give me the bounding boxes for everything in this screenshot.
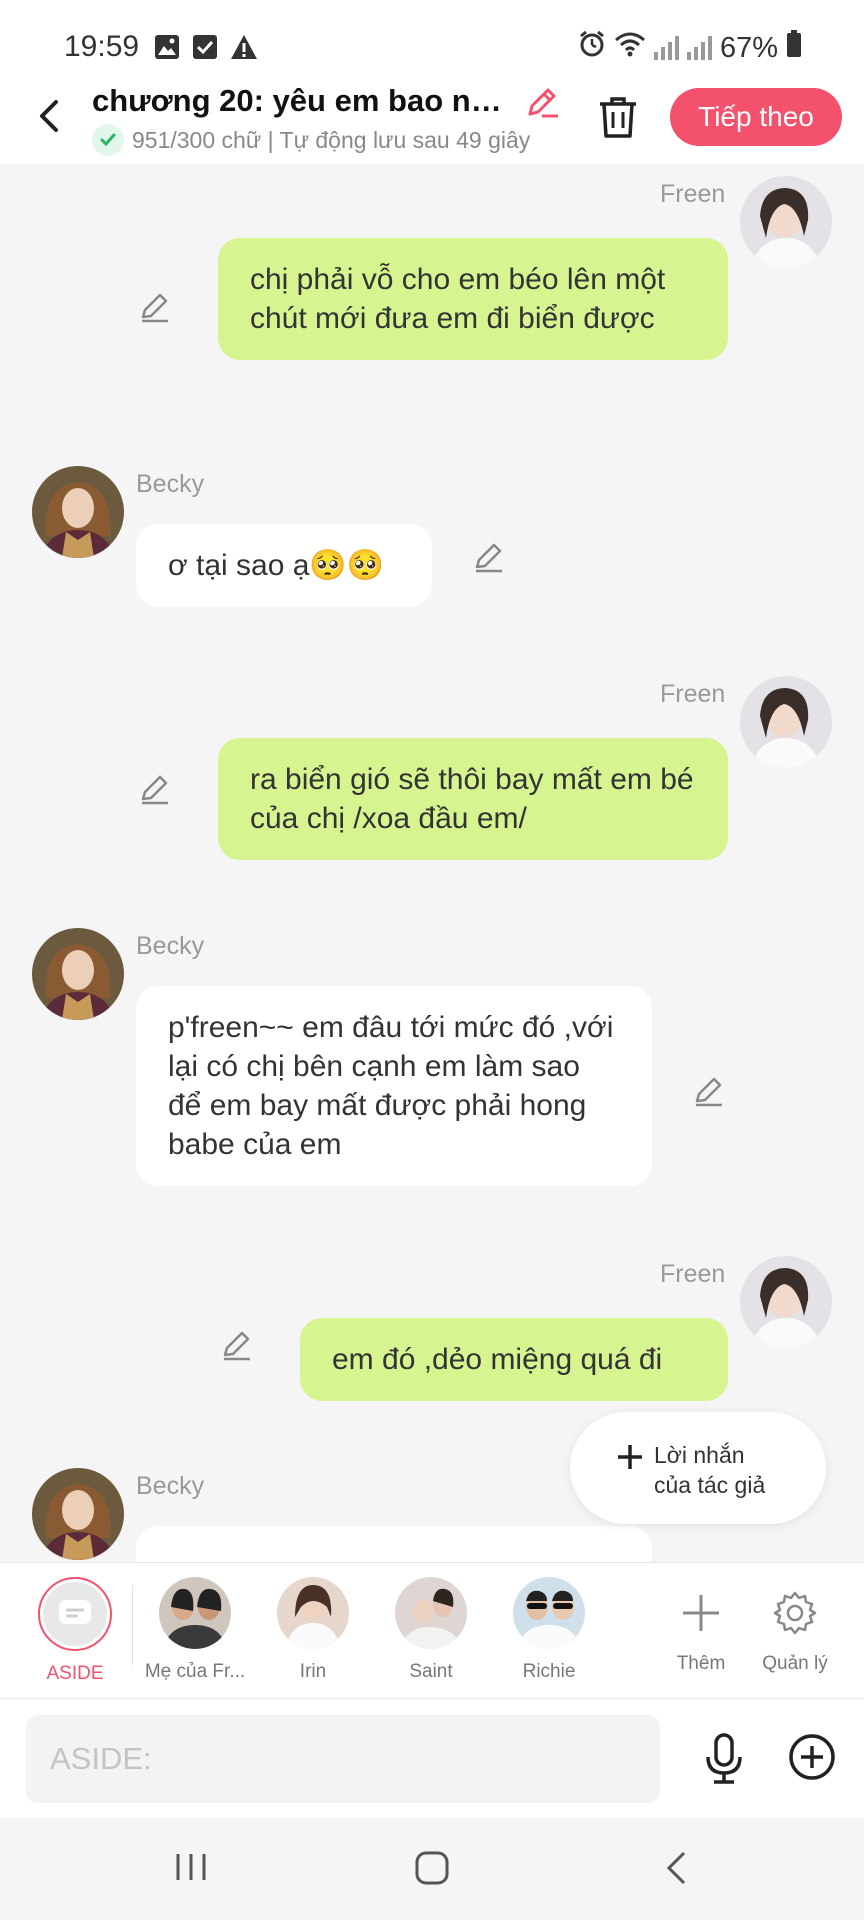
character-label: Irin — [299, 1661, 327, 1682]
character-bar: ASIDE Mẹ của Fr... Irin Saint Richie Thê… — [0, 1562, 864, 1698]
input-bar — [0, 1698, 864, 1818]
battery-icon — [786, 30, 802, 66]
sender-name: Freen — [660, 180, 726, 208]
avatar — [513, 1577, 585, 1649]
edit-message-icon[interactable] — [692, 1074, 726, 1108]
status-bar: 19:59 67% — [0, 0, 864, 78]
character-label: Saint — [409, 1661, 453, 1682]
sender-name: Becky — [136, 1472, 205, 1500]
chat-area: Freen chị phải vỗ cho em béo lên một chú… — [0, 164, 864, 1562]
back-arrow-icon[interactable] — [30, 96, 70, 136]
divider — [132, 1585, 133, 1665]
back-icon[interactable] — [664, 1850, 688, 1891]
character-label: Mẹ của Fr... — [144, 1661, 246, 1682]
author-note-button[interactable]: Lời nhắn của tác giả — [570, 1412, 826, 1524]
character-item[interactable]: Irin — [258, 1577, 368, 1683]
author-note-line1: Lời nhắn — [654, 1442, 745, 1468]
add-circle-icon[interactable] — [788, 1733, 836, 1781]
sender-name: Becky — [136, 932, 205, 960]
gear-icon — [740, 1577, 850, 1649]
edit-title-icon[interactable] — [524, 84, 560, 120]
character-label: ASIDE — [46, 1663, 104, 1684]
edit-message-icon[interactable] — [138, 290, 172, 324]
sender-name: Freen — [660, 680, 726, 708]
signal-icon — [653, 36, 679, 60]
edit-message-icon[interactable] — [472, 540, 506, 574]
sender-name: Becky — [136, 470, 205, 498]
message-bubble[interactable]: p'freen~~ em đâu tới mức đó ,với lại có … — [136, 986, 652, 1186]
avatar — [277, 1577, 349, 1649]
avatar[interactable] — [740, 676, 832, 768]
character-item[interactable]: Saint — [376, 1577, 486, 1683]
editor-header: chương 20: yêu em bao nh... 951/300 chữ … — [0, 78, 864, 164]
trash-icon[interactable] — [596, 94, 640, 140]
message-bubble[interactable]: chị phải vỗ cho em béo lên một chút mới … — [218, 238, 728, 360]
home-icon[interactable] — [414, 1850, 450, 1891]
sender-name: Freen — [660, 1260, 726, 1288]
recent-apps-icon[interactable] — [174, 1850, 208, 1889]
saved-check-icon — [92, 124, 124, 156]
character-aside[interactable]: ASIDE — [20, 1577, 130, 1685]
avatar[interactable] — [740, 176, 832, 268]
gallery-icon — [154, 34, 180, 65]
battery-text: 67% — [719, 31, 778, 64]
system-nav-bar — [0, 1818, 864, 1920]
message-bubble[interactable]: ơ tại sao ạ🥺🥺 — [136, 524, 432, 607]
character-item[interactable]: Mẹ của Fr... — [140, 1577, 250, 1683]
avatar[interactable] — [32, 928, 124, 1020]
character-label: Richie — [522, 1661, 576, 1682]
character-item[interactable]: Richie — [494, 1577, 604, 1683]
edit-message-icon[interactable] — [220, 1328, 254, 1362]
avatar[interactable] — [32, 1468, 124, 1560]
signal-icon — [686, 36, 712, 60]
avatar — [159, 1577, 231, 1649]
avatar — [395, 1577, 467, 1649]
message-bubble[interactable]: em đó ,dẻo miệng quá đi — [300, 1318, 728, 1401]
message-bubble[interactable] — [136, 1526, 652, 1562]
chapter-title[interactable]: chương 20: yêu em bao nh... — [92, 83, 512, 119]
manage-label: Quản lý — [762, 1653, 828, 1674]
plus-icon — [616, 1438, 644, 1480]
message-bubble[interactable]: ra biển gió sẽ thôi bay mất em bé của ch… — [218, 738, 728, 860]
edit-message-icon[interactable] — [138, 772, 172, 806]
status-time: 19:59 — [64, 30, 140, 63]
avatar[interactable] — [740, 1256, 832, 1348]
alarm-icon — [578, 30, 606, 66]
manage-button[interactable]: Quản lý — [740, 1577, 850, 1675]
microphone-icon[interactable] — [700, 1733, 748, 1785]
wifi-icon — [614, 31, 646, 65]
next-button[interactable]: Tiếp theo — [670, 88, 842, 146]
aside-chat-icon — [43, 1582, 107, 1646]
word-count-autosave: 951/300 chữ | Tự động lưu sau 49 giây — [132, 126, 531, 153]
aside-input[interactable] — [26, 1715, 660, 1803]
author-note-line2: của tác giả — [654, 1472, 766, 1498]
avatar[interactable] — [32, 466, 124, 558]
warning-icon — [230, 34, 258, 65]
checkbox-icon — [192, 34, 218, 65]
